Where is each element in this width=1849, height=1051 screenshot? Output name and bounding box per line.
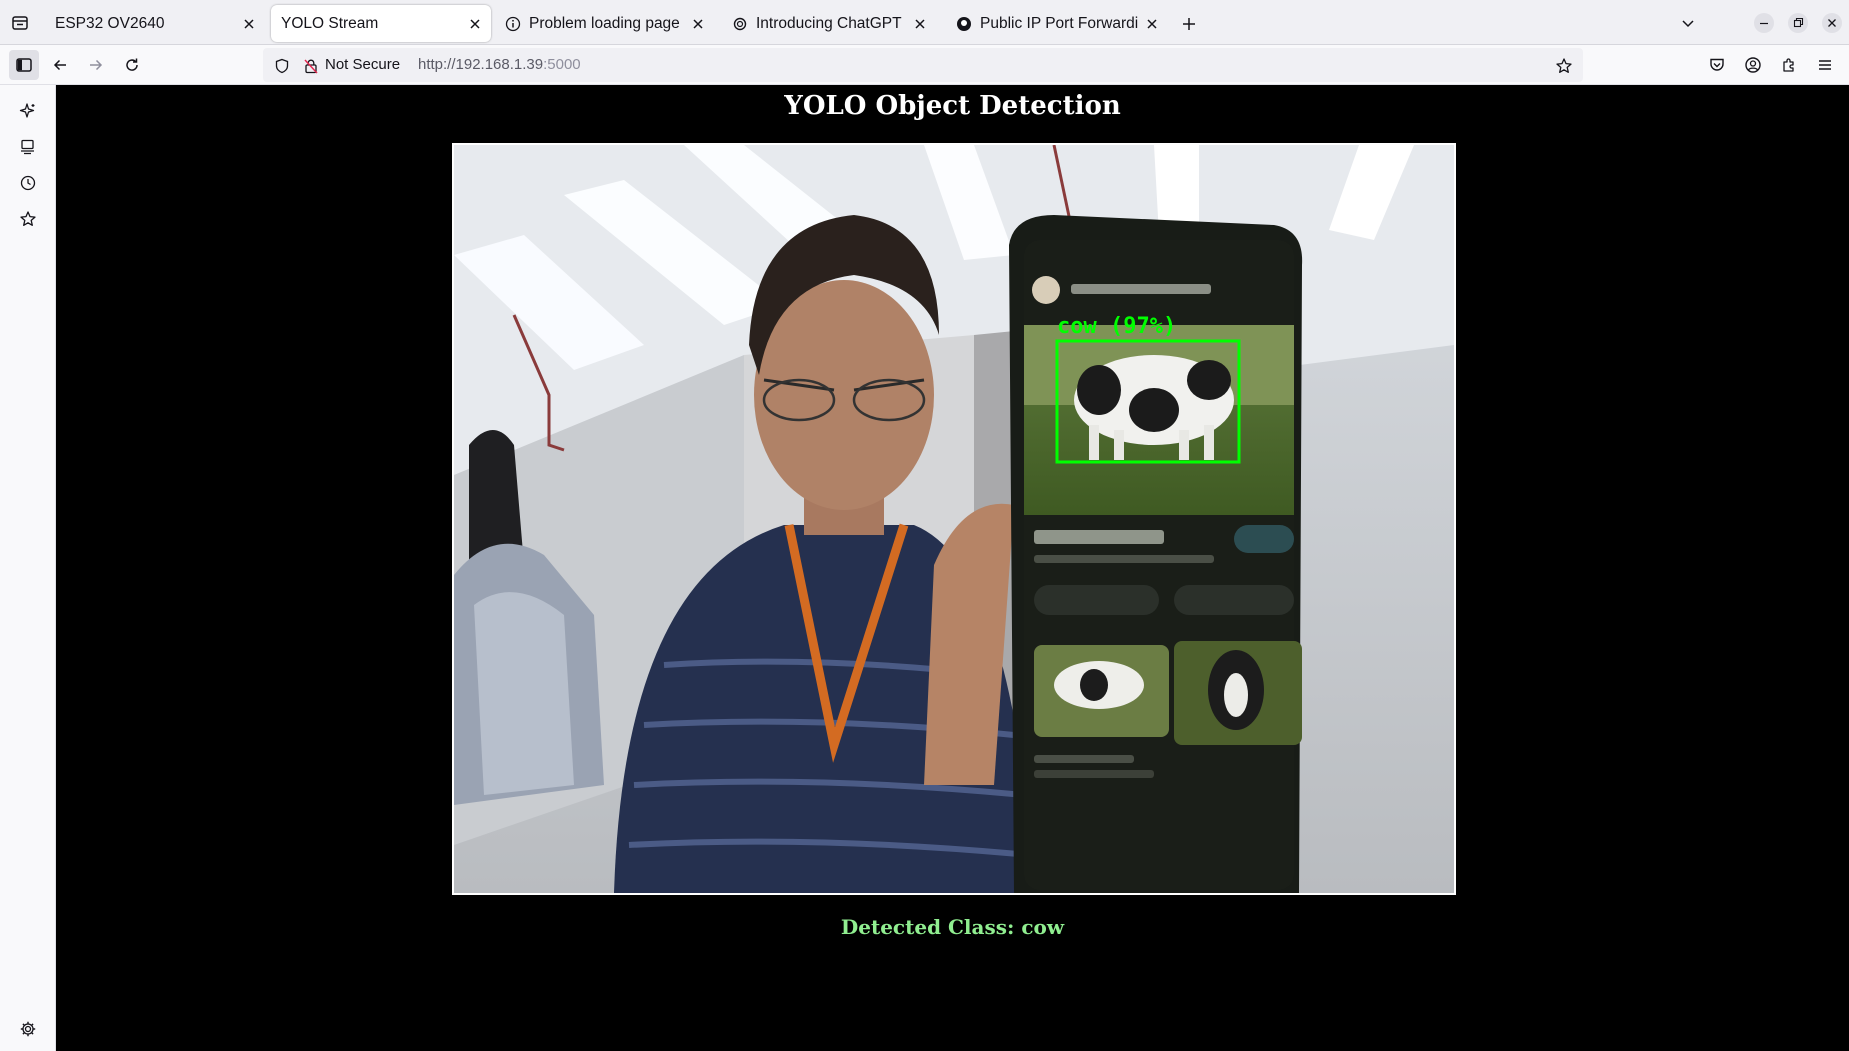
close-tab-icon[interactable]	[690, 16, 706, 32]
back-button[interactable]	[45, 50, 75, 80]
tab-problem-loading[interactable]: Problem loading page	[495, 5, 714, 42]
tab-chatgpt[interactable]: Introducing ChatGPT | Op	[722, 5, 936, 42]
pocket-button[interactable]	[1702, 50, 1732, 80]
tracking-protection-shield-icon[interactable]	[273, 57, 291, 75]
close-window-button[interactable]	[1821, 12, 1843, 34]
bookmark-star-icon[interactable]	[1555, 57, 1573, 75]
sidebar-icon	[16, 58, 32, 72]
close-icon	[1822, 13, 1842, 33]
tab-yolo-stream[interactable]: YOLO Stream	[271, 5, 491, 42]
sparkle-icon	[19, 103, 35, 118]
reload-button[interactable]	[117, 50, 147, 80]
tab-title: Introducing ChatGPT | Op	[756, 14, 906, 32]
close-tab-icon[interactable]	[1144, 16, 1160, 32]
close-tab-icon[interactable]	[241, 16, 257, 32]
ai-chatbot-sidebar-button[interactable]	[14, 97, 42, 125]
clock-icon	[20, 175, 36, 191]
synced-tabs-sidebar-button[interactable]	[14, 133, 42, 161]
gear-icon	[20, 1021, 36, 1037]
detection-label: cow (97%)	[1057, 314, 1176, 339]
tab-title: ESP32 OV2640	[55, 14, 165, 32]
browser-sidebar	[0, 85, 56, 1051]
detected-class-label: Detected Class: cow	[840, 915, 1065, 939]
new-tab-button[interactable]	[1176, 11, 1202, 37]
chevron-down-icon	[1682, 20, 1694, 28]
page-content: YOLO Object Detection cow (97%) Detected…	[56, 85, 1849, 1051]
insecure-lock-icon[interactable]	[302, 57, 320, 75]
pocket-icon	[1710, 58, 1724, 71]
firefox-view-icon	[12, 16, 28, 30]
minimize-icon	[1754, 13, 1774, 33]
hamburger-menu-icon	[1819, 60, 1831, 70]
url-host: http://192.168.1.39	[418, 56, 544, 73]
sidebar-toggle-button[interactable]	[9, 50, 39, 80]
tab-title: Problem loading page	[529, 14, 680, 32]
github-logo-icon	[956, 16, 972, 32]
list-all-tabs-button[interactable]	[1675, 10, 1701, 36]
account-button[interactable]	[1738, 50, 1768, 80]
firefox-view-button[interactable]	[6, 10, 34, 36]
star-icon	[20, 211, 36, 226]
restore-window-button[interactable]	[1787, 12, 1809, 34]
info-icon	[505, 16, 521, 32]
tab-title: Public IP Port Forwarding	[980, 14, 1138, 32]
forward-button[interactable]	[81, 50, 111, 80]
restore-icon	[1788, 13, 1808, 33]
sidebar-settings-button[interactable]	[14, 1015, 42, 1043]
puzzle-piece-icon	[1783, 58, 1794, 72]
tab-title: YOLO Stream	[281, 14, 379, 32]
bookmarks-sidebar-button[interactable]	[14, 205, 42, 233]
synced-tabs-icon	[21, 139, 34, 155]
openai-logo-icon	[732, 16, 748, 32]
tab-esp32[interactable]: ESP32 OV2640	[45, 5, 265, 42]
close-tab-icon[interactable]	[912, 16, 928, 32]
address-bar[interactable]: Not Secure http://192.168.1.39:5000	[263, 48, 1583, 82]
navigation-toolbar: Not Secure http://192.168.1.39:5000	[0, 45, 1849, 85]
page-title: YOLO Object Detection	[784, 91, 1121, 121]
plus-icon	[1183, 18, 1195, 30]
arrow-right-icon	[90, 59, 103, 71]
app-menu-button[interactable]	[1810, 50, 1840, 80]
url-port: :5000	[543, 56, 581, 73]
close-tab-icon[interactable]	[467, 16, 483, 32]
history-sidebar-button[interactable]	[14, 169, 42, 197]
camera-frame-image: cow (97%)	[454, 145, 1454, 893]
minimize-window-button[interactable]	[1753, 12, 1775, 34]
tab-port-forwarding[interactable]: Public IP Port Forwarding	[946, 5, 1168, 42]
not-secure-label: Not Secure	[325, 56, 401, 73]
video-stream: cow (97%)	[452, 143, 1456, 895]
url-text[interactable]: http://192.168.1.39:5000	[418, 56, 581, 73]
extensions-button[interactable]	[1774, 50, 1804, 80]
arrow-left-icon	[53, 59, 66, 71]
tab-strip: ESP32 OV2640 YOLO Stream Problem loading…	[0, 0, 1849, 45]
reload-icon	[126, 58, 138, 71]
account-icon	[1745, 57, 1761, 73]
